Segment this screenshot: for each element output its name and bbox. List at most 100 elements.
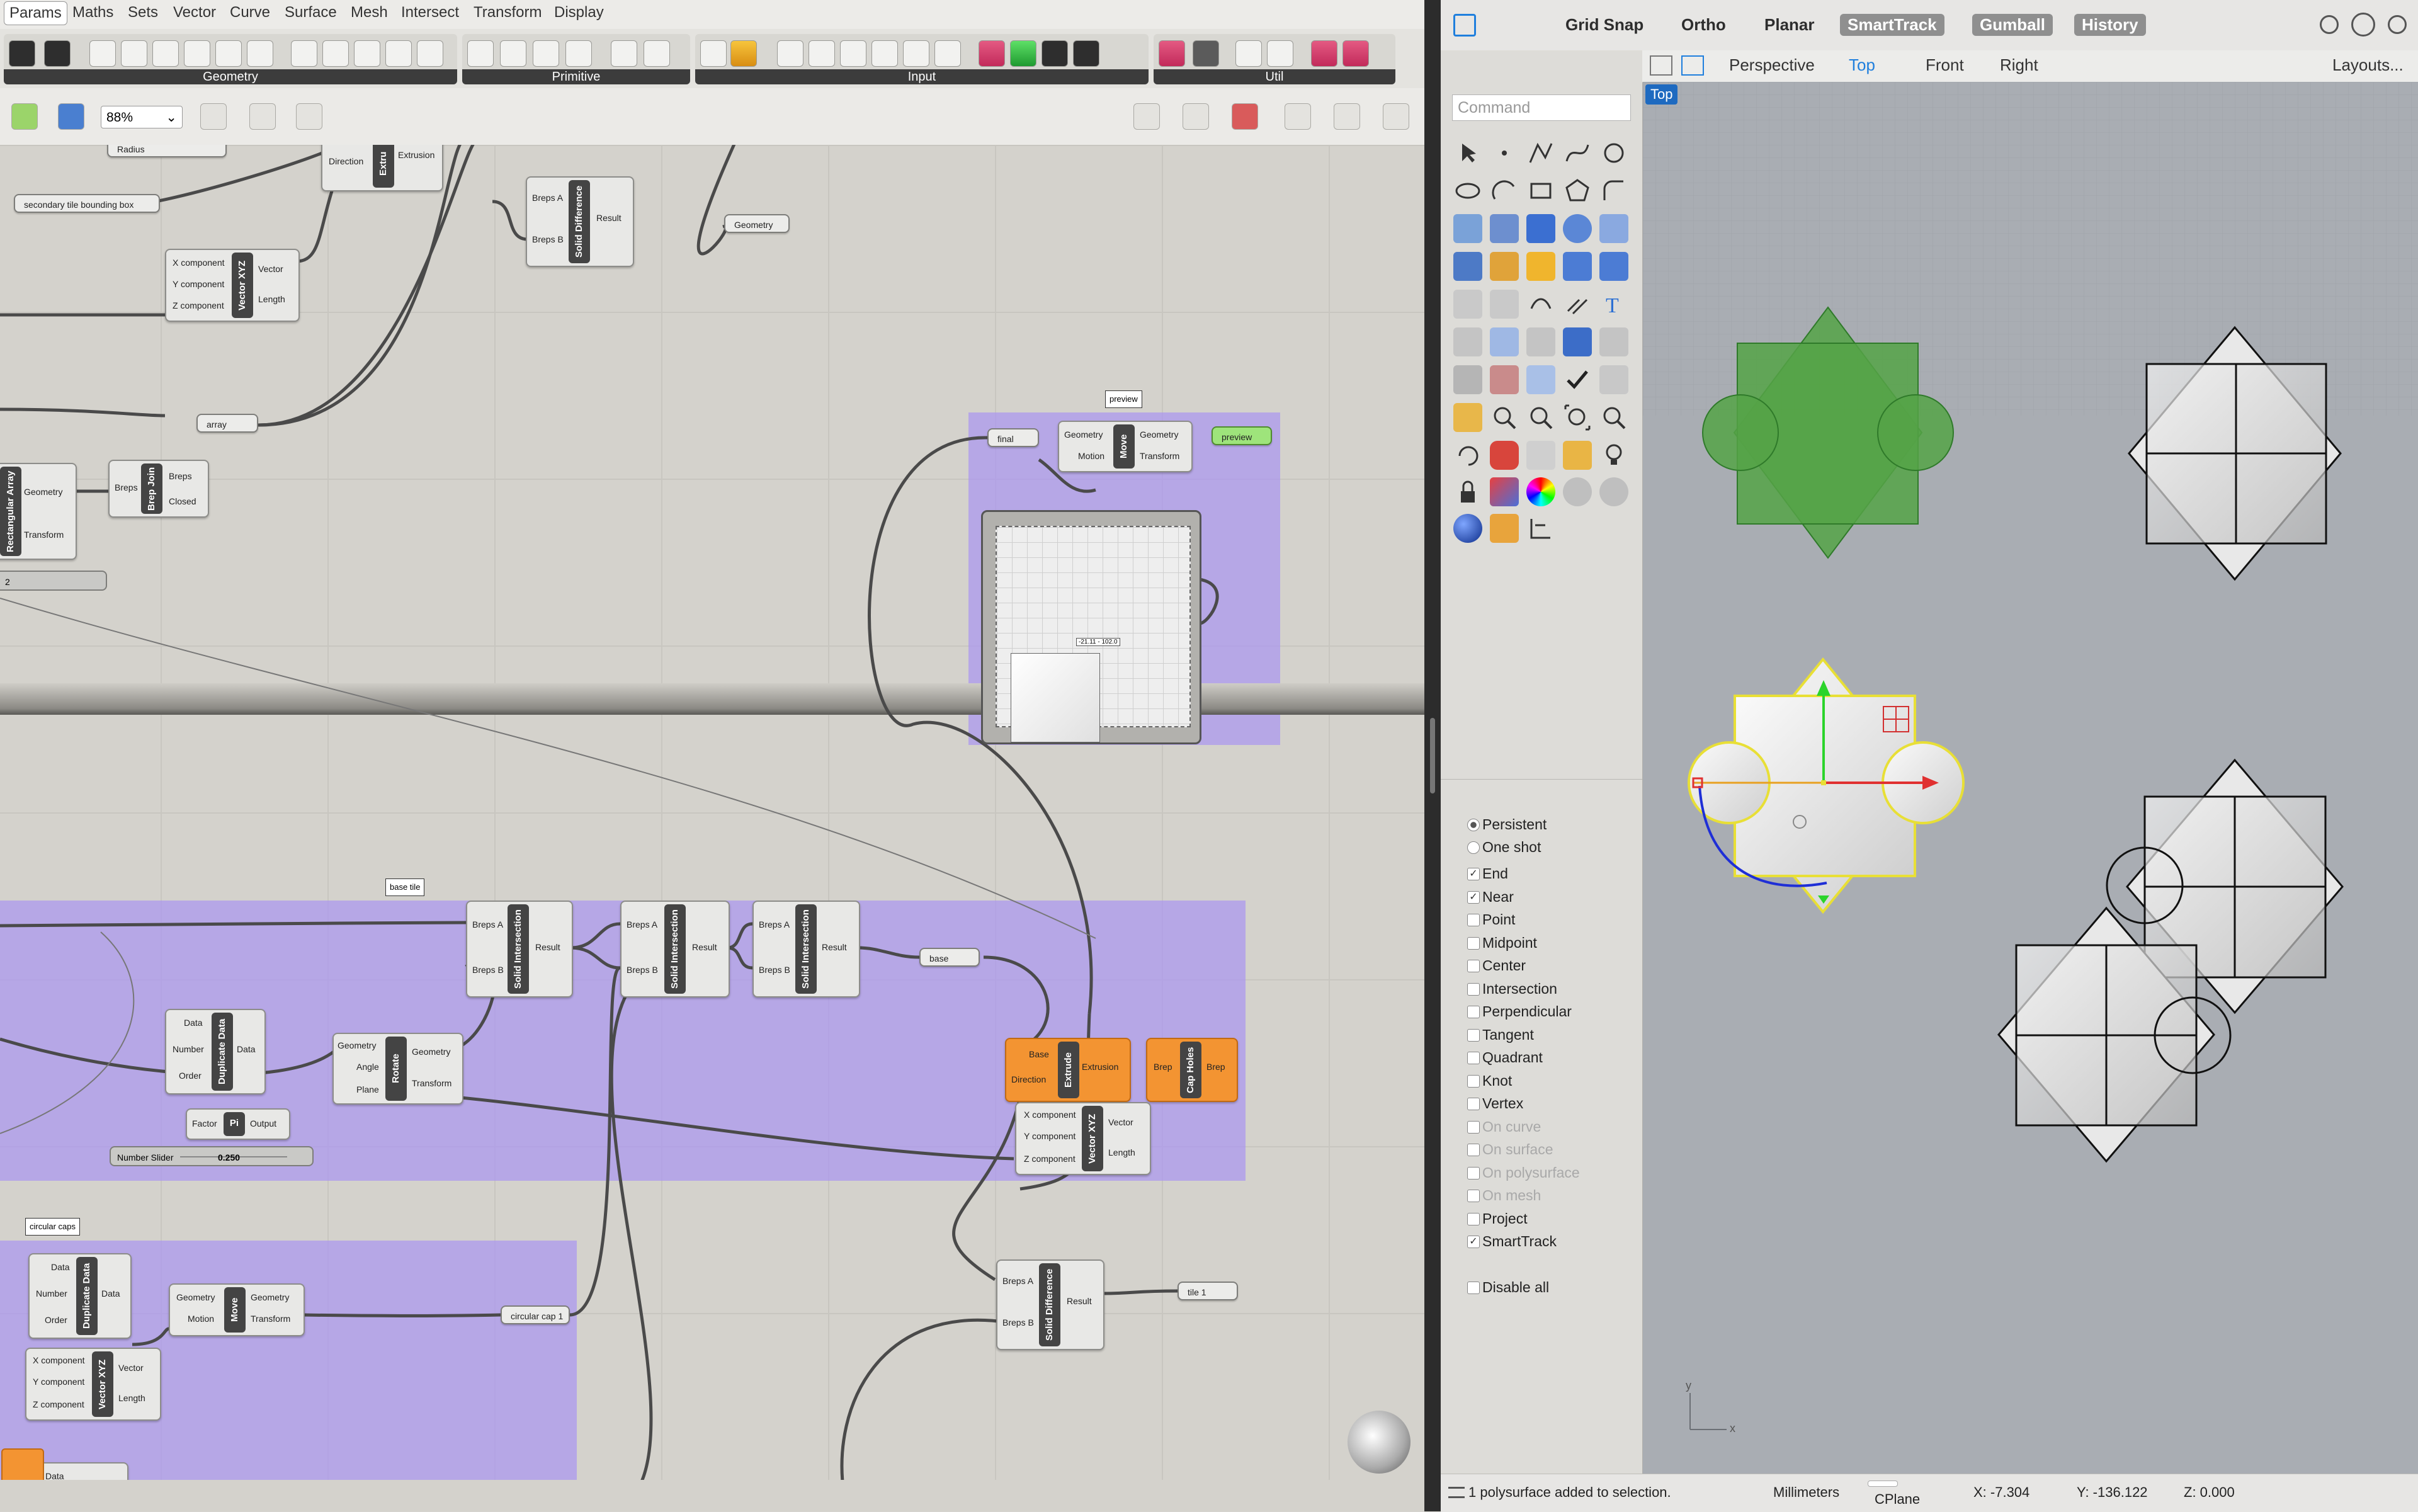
osnap-project[interactable]: Project: [1467, 1210, 1528, 1227]
menu-maths[interactable]: Maths: [72, 4, 113, 21]
cap-holes-component[interactable]: Brep Cap Holes Brep: [1146, 1038, 1238, 1102]
array-param[interactable]: array: [196, 414, 258, 433]
preview-mesh-icon[interactable]: [1285, 103, 1311, 130]
osnap-midpoint[interactable]: Midpoint: [1467, 935, 1537, 952]
rendered-preview-icon[interactable]: [1383, 103, 1409, 130]
zoom-window-icon[interactable]: [1490, 403, 1519, 432]
secondary-tile-param[interactable]: secondary tile bounding box: [14, 194, 160, 213]
tile-1-param[interactable]: tile 1: [1178, 1282, 1238, 1300]
integer-param-icon[interactable]: [152, 40, 179, 67]
preview-eye-icon[interactable]: [249, 103, 276, 130]
polygon-icon[interactable]: [1563, 176, 1592, 205]
circle-icon[interactable]: [1599, 139, 1628, 168]
zoom-extents-icon[interactable]: [1563, 403, 1592, 432]
ortho-toggle[interactable]: Ortho: [1674, 14, 1734, 36]
rotate-view-icon[interactable]: [1453, 441, 1482, 470]
preview-wire-icon[interactable]: [1183, 103, 1209, 130]
radio-icon[interactable]: [1467, 841, 1480, 854]
sidebar-toggle-icon[interactable]: [1453, 14, 1476, 37]
data-component-partial[interactable]: Data: [38, 1462, 128, 1480]
control-knob-icon[interactable]: [840, 40, 866, 67]
menu-lines-icon[interactable]: [1448, 1487, 1465, 1498]
zoom-select[interactable]: 88% ⌄: [101, 106, 183, 128]
cplane-select[interactable]: CPlane: [1868, 1481, 1920, 1507]
split-icon[interactable]: [1599, 252, 1628, 281]
render-icon[interactable]: [1453, 514, 1482, 543]
brep-join-component[interactable]: Breps Brep Join Breps Closed: [108, 460, 209, 518]
duplicate-data-component[interactable]: Data Number Order Duplicate Data Data: [165, 1009, 266, 1094]
point-param-icon[interactable]: [247, 40, 273, 67]
count-slider[interactable]: 2: [0, 571, 107, 591]
radius-param[interactable]: Radius: [107, 145, 227, 157]
mesh-icon[interactable]: [1453, 252, 1482, 281]
osnap-tangent[interactable]: Tangent: [1467, 1026, 1534, 1043]
curve-param-icon[interactable]: [121, 40, 147, 67]
plane-icon[interactable]: [1526, 441, 1555, 470]
button-icon[interactable]: [809, 40, 835, 67]
transform-icon[interactable]: [1453, 327, 1482, 356]
command-input[interactable]: Command: [1452, 94, 1631, 121]
checkbox-icon[interactable]: [1467, 1074, 1480, 1088]
data-input-icon[interactable]: [1267, 40, 1293, 67]
fillet-icon[interactable]: [1599, 176, 1628, 205]
final-param[interactable]: final: [987, 428, 1039, 447]
solid-difference-component[interactable]: Breps A Breps B Solid Difference Result: [996, 1259, 1104, 1350]
cylinder-icon[interactable]: [1599, 214, 1628, 243]
rotate-component[interactable]: Geometry Angle Plane Rotate Geometry Tra…: [332, 1033, 463, 1105]
polyline-icon[interactable]: [1526, 139, 1555, 168]
gradient-icon[interactable]: [979, 40, 1005, 67]
flask-icon[interactable]: [1342, 40, 1369, 67]
checkbox-icon[interactable]: [1467, 1212, 1480, 1225]
move-component[interactable]: Geometry Motion Move Geometry Transform: [169, 1283, 305, 1336]
save-file-icon[interactable]: [58, 103, 84, 130]
number-icon[interactable]: [533, 40, 559, 67]
duplicate-data-component[interactable]: Data Number Order Duplicate Data Data: [28, 1253, 132, 1339]
rectangular-array-component[interactable]: Rectangular Array Geometry Transform: [0, 463, 77, 560]
checkbox-icon[interactable]: [1467, 1052, 1480, 1064]
checkbox-icon[interactable]: [1467, 914, 1480, 926]
solid-intersection-component[interactable]: Breps A Breps B Solid Intersection Resul…: [466, 901, 573, 998]
scale-icon[interactable]: [1526, 327, 1555, 356]
list-icon[interactable]: [871, 40, 898, 67]
menu-sets[interactable]: Sets: [128, 4, 158, 21]
pencil-icon[interactable]: [1453, 403, 1482, 432]
boolean-icon[interactable]: [467, 40, 494, 67]
gumball-origin[interactable]: [1821, 780, 1826, 785]
ellipse-icon[interactable]: [1453, 176, 1482, 205]
sphere-icon[interactable]: [1563, 214, 1592, 243]
environment-icon[interactable]: [1563, 477, 1592, 506]
checkbox-icon[interactable]: [1467, 936, 1480, 950]
box-param-icon[interactable]: [291, 40, 317, 67]
osnap-end[interactable]: ✓ End: [1467, 865, 1508, 882]
planar-toggle[interactable]: Planar: [1757, 14, 1822, 36]
param-icon[interactable]: [44, 40, 71, 67]
mesh-param-icon[interactable]: [417, 40, 443, 67]
tab-top[interactable]: Top: [1849, 55, 1875, 75]
join-icon[interactable]: [1526, 290, 1555, 319]
curve-icon[interactable]: [1563, 139, 1592, 168]
panel-icon[interactable]: [903, 40, 929, 67]
explode-icon[interactable]: [1490, 252, 1519, 281]
tab-perspective[interactable]: Perspective: [1729, 55, 1815, 75]
osnap-quadrant[interactable]: Quadrant: [1467, 1049, 1543, 1066]
history-toggle[interactable]: History: [2074, 14, 2146, 36]
integer-icon[interactable]: [500, 40, 526, 67]
light-icon[interactable]: [1599, 441, 1628, 470]
bezier-icon[interactable]: [730, 40, 757, 67]
select-arrow-icon[interactable]: [1453, 139, 1482, 168]
zoom-extents-icon[interactable]: [200, 103, 227, 130]
units-label[interactable]: Millimeters: [1773, 1484, 1839, 1501]
window-splitter[interactable]: [1424, 0, 1441, 1511]
menu-display[interactable]: Display: [554, 4, 604, 21]
swatch-icon[interactable]: [934, 40, 961, 67]
offset-icon[interactable]: [1563, 290, 1592, 319]
document-icon[interactable]: [1526, 365, 1555, 394]
extrude-component[interactable]: Base Direction Extrude Extrusion: [1005, 1038, 1131, 1102]
base-param[interactable]: base: [919, 948, 980, 967]
selected-tile[interactable]: [1688, 657, 1965, 914]
text-tool-icon[interactable]: T: [1599, 290, 1628, 319]
tab-right[interactable]: Right: [2000, 55, 2038, 75]
lock-icon[interactable]: [1453, 477, 1482, 506]
import-icon[interactable]: [700, 40, 727, 67]
menu-intersect[interactable]: Intersect: [401, 4, 459, 21]
